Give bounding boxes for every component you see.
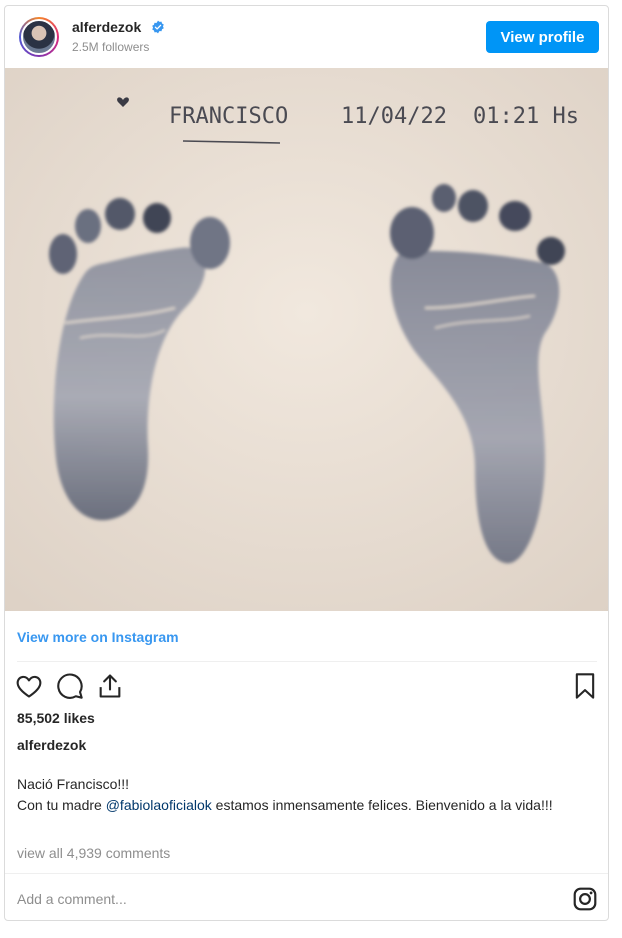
divider	[5, 873, 608, 874]
instagram-logo-icon[interactable]	[572, 886, 598, 912]
handwritten-date: 11/04/22	[341, 104, 447, 129]
divider	[17, 661, 597, 662]
mention-link[interactable]: @fabiolaoficialok	[106, 797, 212, 813]
caption-text-before: Con tu madre	[17, 797, 106, 813]
follower-count: 2.5M followers	[72, 40, 150, 54]
bookmark-icon[interactable]	[571, 672, 599, 700]
avatar[interactable]	[21, 19, 57, 55]
post-caption: Nació Francisco!!! Con tu madre @fabiola…	[17, 774, 587, 816]
comment-icon[interactable]	[56, 672, 84, 700]
share-icon[interactable]	[96, 672, 124, 700]
handwritten-name: FRANCISCO	[169, 104, 288, 129]
heart-icon[interactable]	[15, 672, 43, 700]
action-bar	[5, 669, 608, 705]
caption-text-after: estamos inmensamente felices. Bienvenido…	[211, 797, 553, 813]
avatar-ring[interactable]	[19, 17, 59, 57]
caption-line-1: Nació Francisco!!!	[17, 776, 130, 792]
verified-badge-icon	[152, 20, 164, 34]
caption-username[interactable]: alferdezok	[17, 737, 86, 753]
caption-line-2: Con tu madre @fabiolaoficialok estamos i…	[17, 795, 587, 816]
like-count[interactable]: 85,502 likes	[17, 710, 95, 726]
view-more-on-instagram-link[interactable]: View more on Instagram	[17, 629, 179, 645]
post-image[interactable]: FRANCISCO 11/04/22 01:21 Hs	[5, 68, 608, 611]
view-profile-button[interactable]: View profile	[486, 21, 599, 53]
handwritten-time: 01:21 Hs	[473, 104, 579, 129]
view-all-comments-link[interactable]: view all 4,939 comments	[17, 845, 170, 861]
header-username[interactable]: alferdezok	[72, 19, 141, 35]
post-header: alferdezok 2.5M followers View profile	[5, 6, 608, 68]
instagram-embed-card: alferdezok 2.5M followers View profile F…	[4, 5, 609, 921]
add-comment-input[interactable]	[17, 886, 547, 912]
footprints-photo-icon: FRANCISCO 11/04/22 01:21 Hs	[5, 68, 608, 611]
